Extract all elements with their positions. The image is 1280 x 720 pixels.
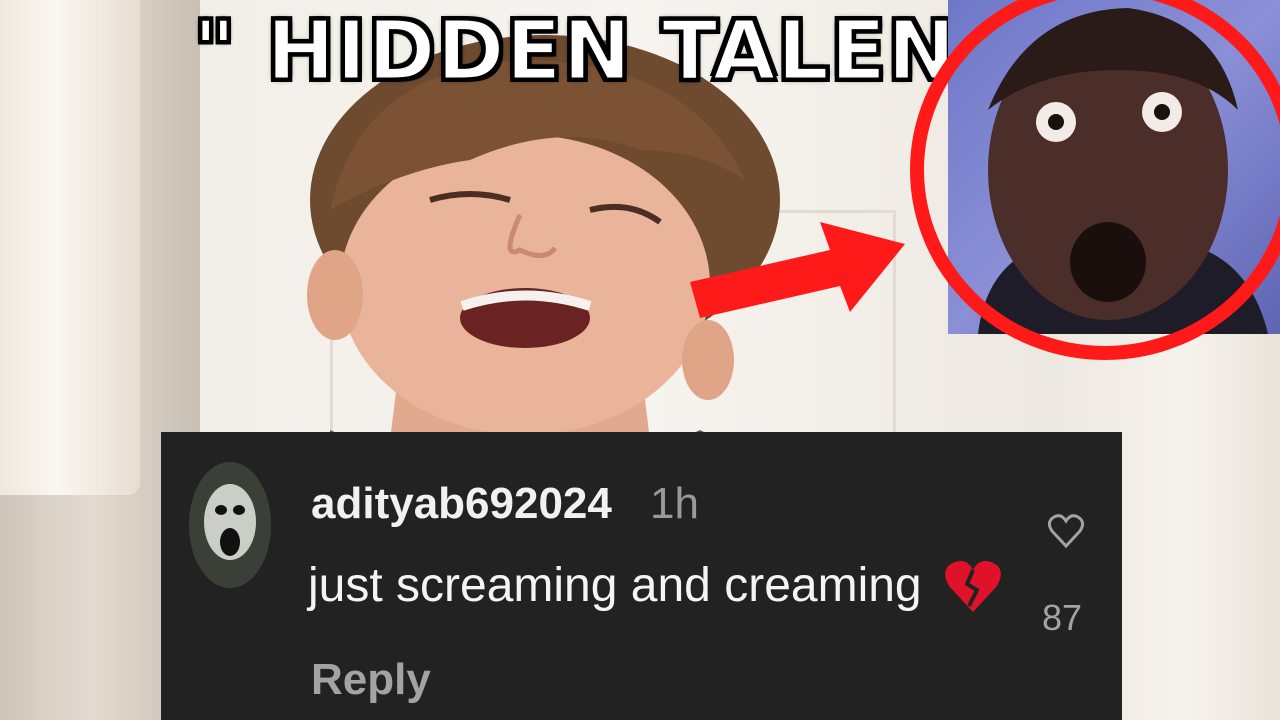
reply-button[interactable]: Reply (311, 652, 431, 708)
avatar[interactable] (189, 462, 271, 588)
comment-timestamp: 1h (650, 479, 699, 528)
comment-card: adityab692024 1h just screaming and crea… (161, 432, 1122, 720)
comment-username[interactable]: adityab692024 (311, 476, 612, 532)
heart-outline-icon[interactable] (1047, 512, 1085, 550)
broken-heart-icon (945, 561, 1001, 612)
arrow-icon (690, 222, 905, 318)
comment-text: just screaming and creaming (308, 559, 922, 612)
like-count: 87 (1042, 597, 1083, 638)
